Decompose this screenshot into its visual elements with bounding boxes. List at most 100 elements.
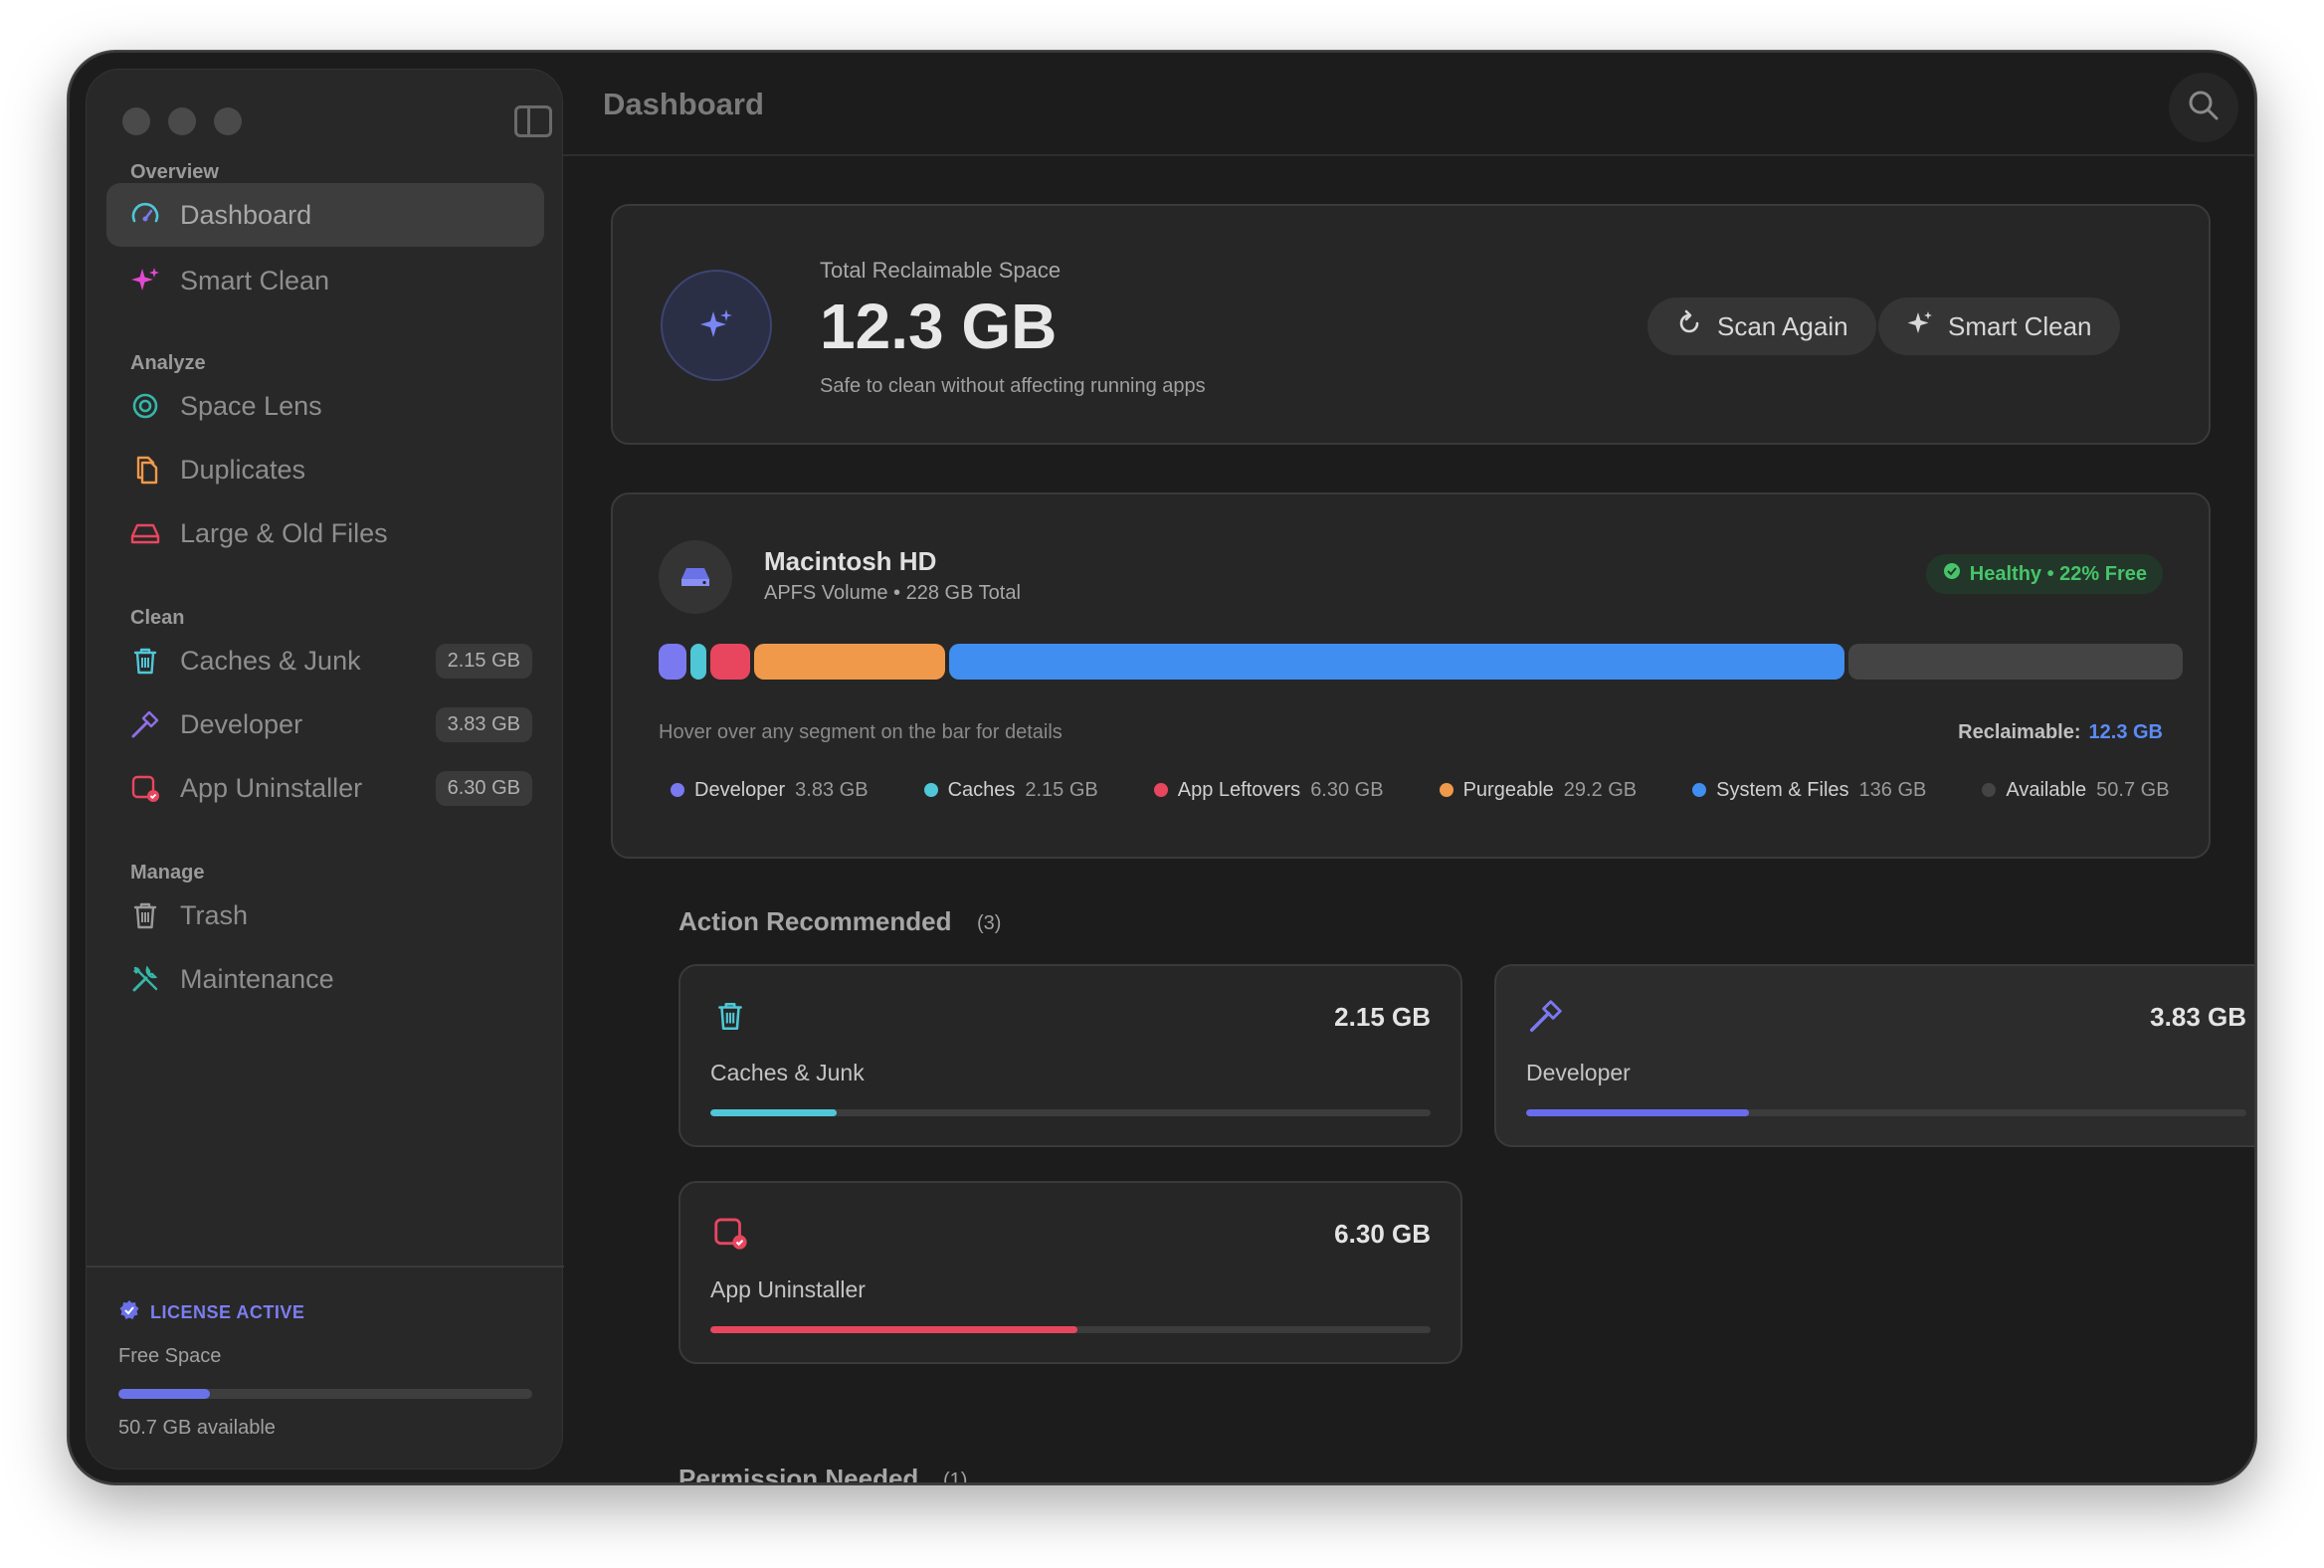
smart-clean-label: Smart Clean [1948,310,2092,341]
storage-segment-purgeable[interactable] [754,644,945,680]
action-size: 2.15 GB [1334,1002,1431,1032]
scan-again-label: Scan Again [1717,310,1848,341]
permission-needed-title: Permission Needed [678,1464,919,1484]
reclaimable-subtitle: Safe to clean without affecting running … [820,375,1206,397]
section-manage: Manage [130,862,205,883]
disk-usage-card: Macintosh HD APFS Volume • 228 GB Total … [611,492,2211,859]
sidebar-item-caches-junk[interactable]: Caches & Junk 2.15 GB [106,629,544,692]
sidebar-item-label: Space Lens [180,390,322,421]
legend-dot [923,783,938,797]
tools-icon [128,962,162,996]
license-label: LICENSE ACTIVE [150,1302,305,1322]
action-recommended-count: (3) [977,912,1002,934]
reclaimable-value: 12.3 GB [820,291,1058,362]
legend-item-available: Available 50.7 GB [1982,775,2170,805]
app-x-icon [710,1213,750,1253]
license-status: LICENSE ACTIVE [118,1299,304,1326]
storage-legend: Developer 3.83 GB Caches 2.15 GB App Lefto… [671,775,2175,805]
permission-needed-count: (1) [943,1470,968,1484]
storage-segment-developer[interactable] [659,644,686,680]
minimize-window-button[interactable] [168,107,196,135]
legend-dot [1982,783,1997,797]
reclaimable-summary: Reclaimable: 12.3 GB [1958,721,2163,744]
sidebar-item-smart-clean[interactable]: Smart Clean [106,249,544,312]
disk-name: Macintosh HD [764,546,937,576]
trash-icon [710,996,750,1036]
sidebar-footer: LICENSE ACTIVE Free Space 50.7 GB availa… [87,1266,564,1439]
check-circle-icon [1942,561,1962,587]
sidebar-item-developer[interactable]: Developer 3.83 GB [106,692,544,756]
sidebar-item-dashboard[interactable]: Dashboard [106,183,544,247]
sidebar-item-large-old-files[interactable]: Large & Old Files [106,501,544,565]
sidebar-item-space-lens[interactable]: Space Lens [106,374,544,438]
header-divider [563,154,2254,156]
app-window: Overview Dashboard Smart Clean Analyze S… [68,51,2256,1484]
verified-badge-icon [118,1299,140,1326]
action-progress-track [710,1326,1431,1333]
action-progress-fill [710,1326,1078,1333]
search-button[interactable] [2169,73,2238,142]
storage-segment-app-leftovers[interactable] [710,644,750,680]
legend-dot [671,783,684,797]
storage-segment-system-files[interactable] [949,644,1844,680]
sparkles-icon [1906,309,1934,344]
reclaimable-summary-label: Reclaimable: [1958,721,2081,743]
action-card-app-uninstaller[interactable]: 6.30 GB App Uninstaller [678,1181,1462,1364]
legend-item-purgeable: Purgeable 29.2 GB [1439,775,1637,805]
reclaimable-summary-value: 12.3 GB [2088,721,2163,743]
reclaimable-summary-card: Total Reclaimable Space 12.3 GB Safe to … [611,204,2211,445]
action-size: 6.30 GB [1334,1219,1431,1249]
action-card-developer[interactable]: 3.83 GB Developer [1494,964,2254,1147]
sidebar-toggle-icon[interactable] [514,105,552,137]
sidebar-item-maintenance[interactable]: Maintenance [106,947,544,1011]
size-badge: 2.15 GB [435,643,532,679]
section-overview: Overview [130,161,219,183]
action-card-caches-junk[interactable]: 2.15 GB Caches & Junk [678,964,1462,1147]
reclaimable-label: Total Reclaimable Space [820,258,1062,283]
action-progress-track [1526,1109,2246,1116]
trash-icon [128,644,162,678]
sidebar-item-trash[interactable]: Trash [106,883,544,947]
search-icon [2187,89,2221,127]
sidebar-item-label: App Uninstaller [180,772,363,803]
size-badge: 3.83 GB [435,706,532,742]
sidebar: Overview Dashboard Smart Clean Analyze S… [86,69,564,1470]
sidebar-item-label: Caches & Junk [180,645,361,676]
hard-drive-icon [659,540,732,614]
sidebar-item-app-uninstaller[interactable]: App Uninstaller 6.30 GB [106,756,544,820]
size-badge: 6.30 GB [435,770,532,806]
disk-details: APFS Volume • 228 GB Total [764,582,1021,604]
refresh-icon [1675,309,1703,344]
sparkles-icon [128,264,162,297]
free-space-label: Free Space [118,1345,222,1367]
storage-segment-available[interactable] [1848,644,2183,680]
sparkles-icon [661,270,772,381]
sidebar-item-label: Large & Old Files [180,517,388,548]
legend-item-developer: Developer 3.83 GB [671,775,869,805]
window-controls [122,107,242,135]
target-icon [128,389,162,423]
free-space-available: 50.7 GB available [118,1417,276,1439]
zoom-window-button[interactable] [214,107,242,135]
scan-again-button[interactable]: Scan Again [1647,297,1876,355]
legend-item-system-files: System & Files 136 GB [1692,775,1926,805]
section-analyze: Analyze [130,352,206,374]
app-x-icon [128,771,162,805]
storage-segment-caches[interactable] [690,644,706,680]
sidebar-item-duplicates[interactable]: Duplicates [106,438,544,501]
sidebar-item-label: Developer [180,708,303,739]
action-label: App Uninstaller [710,1276,866,1302]
sidebar-item-label: Dashboard [180,199,312,230]
action-progress-fill [710,1109,837,1116]
trash-icon [128,898,162,932]
legend-dot [1153,783,1168,797]
hover-hint: Hover over any segment on the bar for de… [659,721,1063,743]
legend-item-app-leftovers: App Leftovers 6.30 GB [1153,775,1384,805]
sidebar-item-label: Smart Clean [180,265,330,295]
section-clean: Clean [130,607,185,629]
hammer-icon [128,707,162,741]
close-window-button[interactable] [122,107,150,135]
health-label: Healthy • 22% Free [1969,562,2147,585]
smart-clean-button[interactable]: Smart Clean [1878,297,2120,355]
legend-item-caches: Caches 2.15 GB [923,775,1098,805]
